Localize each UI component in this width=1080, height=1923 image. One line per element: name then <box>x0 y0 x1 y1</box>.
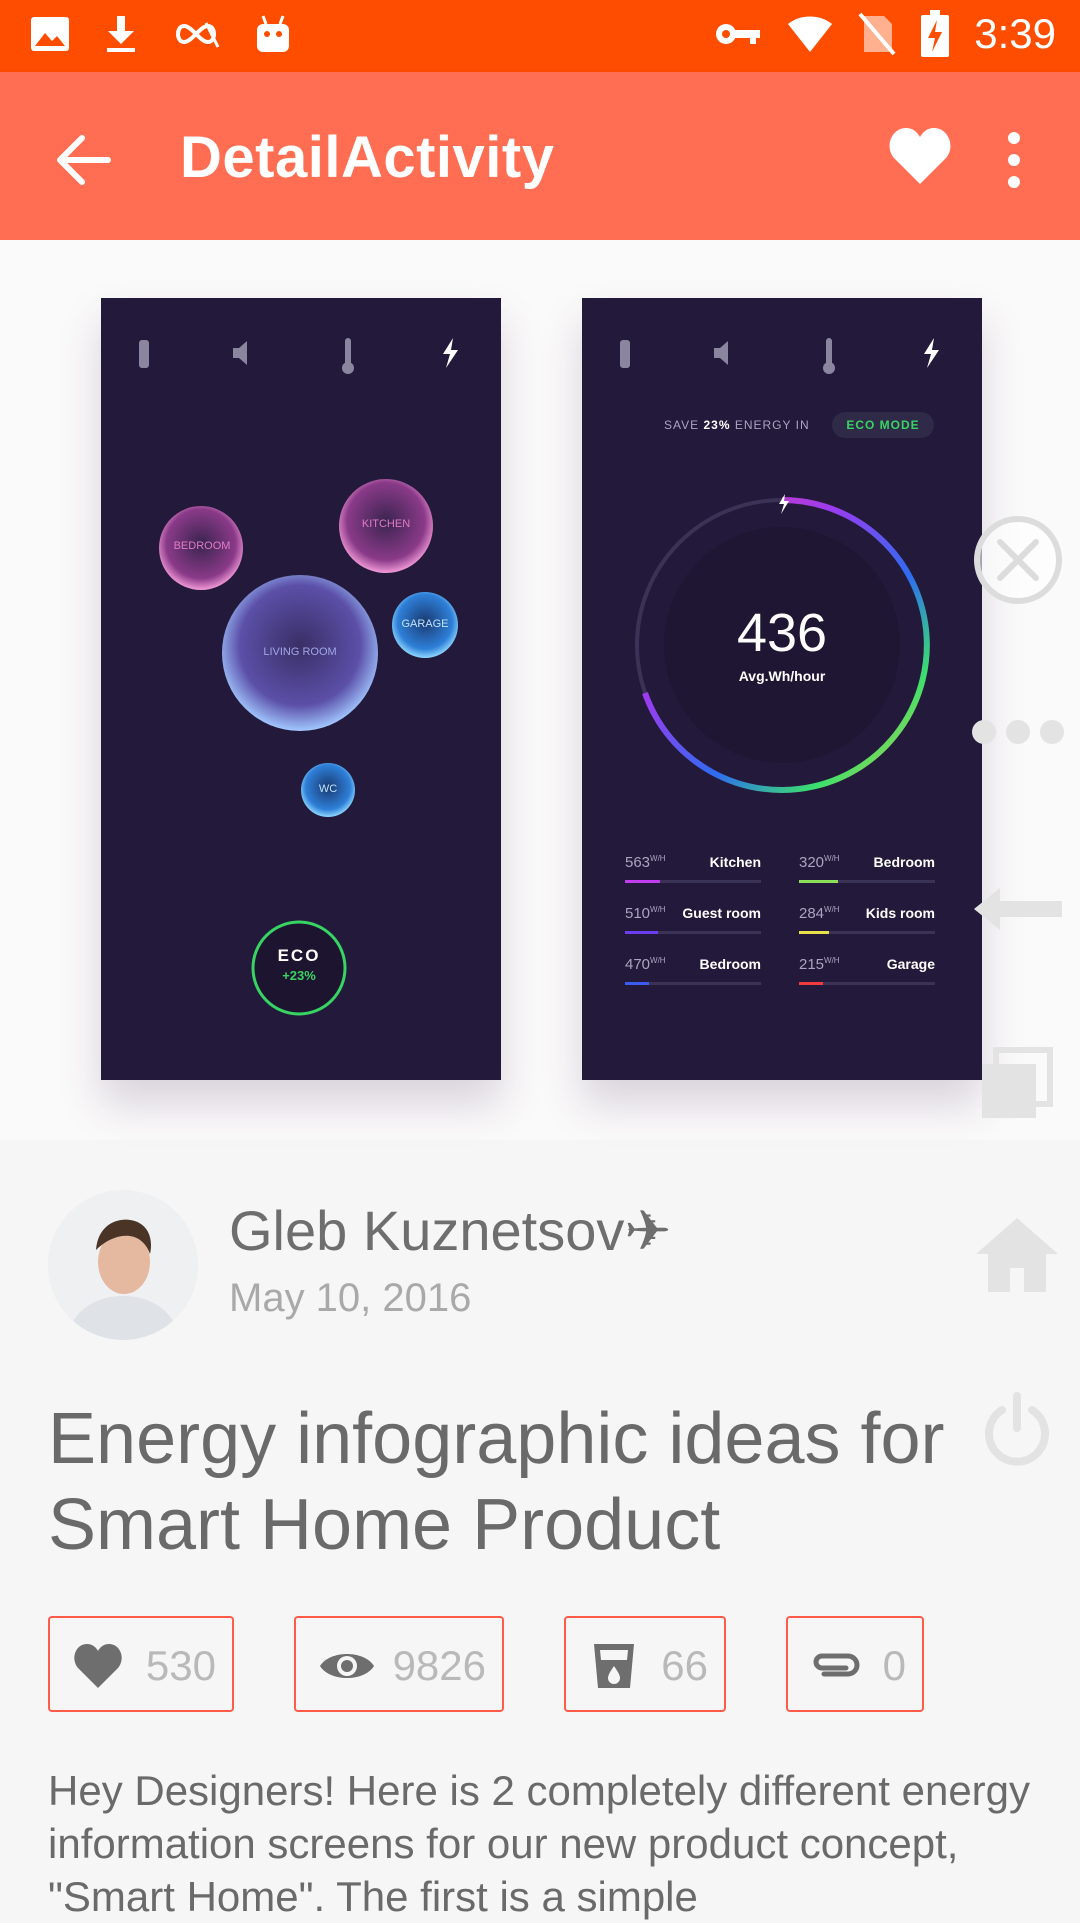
room-usage-unit: W/H <box>650 905 666 914</box>
paperclip-icon <box>813 1653 860 1677</box>
buckets-count: 66 <box>661 1642 708 1689</box>
eco-value: +23% <box>282 968 316 983</box>
buckets-stat[interactable]: 66 <box>564 1616 726 1712</box>
room-usage-bar <box>625 880 660 883</box>
save-energy-line: SAVE 23% ENERGY IN <box>664 418 810 432</box>
save-value: 23% <box>703 418 731 432</box>
room-usage-name: Kids room <box>865 905 935 921</box>
bubble-label-garage: GARAGE <box>401 618 449 630</box>
home-icon[interactable] <box>972 1214 1062 1296</box>
attachments-count: 0 <box>882 1642 906 1689</box>
room-usage-bar <box>799 931 829 934</box>
room-usage-bar <box>625 931 658 934</box>
eco-label: ECO <box>277 946 321 965</box>
download-icon <box>107 16 135 52</box>
bucket-icon <box>594 1644 634 1688</box>
room-usage-name: Bedroom <box>873 854 935 870</box>
clock: 3:39 <box>974 10 1056 57</box>
post-title: Energy infographic ideas for Smart Home … <box>48 1399 945 1565</box>
android-icon <box>257 15 289 52</box>
room-usage-bar <box>625 982 649 985</box>
room-usage-unit: W/H <box>650 956 666 965</box>
room-usage-unit: W/H <box>824 956 840 965</box>
toolbar-title: DetailActivity <box>180 125 555 190</box>
left-screen-mockup: BEDROOM KITCHEN LIVING ROOM GARAGE WC EC… <box>101 298 501 1080</box>
room-usage-unit: W/H <box>824 905 840 914</box>
post-description: Hey Designers! Here is 2 completely diff… <box>48 1767 1031 1920</box>
avatar[interactable] <box>48 1190 198 1340</box>
heart-icon <box>74 1644 122 1688</box>
views-count: 9826 <box>392 1642 486 1689</box>
room-usage-value: 215W/H <box>799 956 840 973</box>
gauge-value: 436 <box>736 603 828 663</box>
room-usage-bar <box>799 982 823 985</box>
bubble-label-bedroom: BEDROOM <box>173 540 231 552</box>
arrow-left-icon[interactable] <box>970 884 1064 934</box>
room-usage-name: Bedroom <box>699 956 761 972</box>
author-name[interactable]: Gleb Kuznetsov✈ <box>229 1198 671 1264</box>
room-usage-name: Kitchen <box>709 854 761 870</box>
room-usage-value: 563W/H <box>625 854 666 871</box>
more-horiz-icon[interactable] <box>970 716 1066 748</box>
image-icon <box>31 17 69 51</box>
heart-icon[interactable] <box>886 124 954 188</box>
room-usage-unit: W/H <box>824 854 840 863</box>
gauge-label: Avg.Wh/hour <box>738 668 826 684</box>
close-circle-icon[interactable] <box>972 514 1064 606</box>
recent-apps-icon[interactable] <box>978 1046 1054 1122</box>
more-vert-icon[interactable] <box>1000 128 1028 192</box>
bubble-label-wc: WC <box>318 783 338 795</box>
shot-image[interactable]: BEDROOM KITCHEN LIVING ROOM GARAGE WC EC… <box>0 240 1080 1140</box>
post-date: May 10, 2016 <box>229 1276 472 1320</box>
bubble-label-kitchen: KITCHEN <box>361 518 411 530</box>
no-sim-icon <box>858 12 896 56</box>
likes-stat[interactable]: 530 <box>48 1616 234 1712</box>
room-usage-bar <box>799 880 838 883</box>
infinity-icon <box>176 22 220 48</box>
bubble-label-living-room: LIVING ROOM <box>263 646 337 658</box>
room-usage-name: Guest room <box>682 905 761 921</box>
key-icon <box>716 24 761 44</box>
save-prefix: SAVE <box>664 418 700 432</box>
room-usage-unit: W/H <box>650 854 666 863</box>
attachments-stat[interactable]: 0 <box>786 1616 924 1712</box>
room-usage-name: Garage <box>886 956 935 972</box>
room-usage-value: 510W/H <box>625 905 666 922</box>
eye-icon <box>320 1654 374 1678</box>
room-usage-value: 284W/H <box>799 905 840 922</box>
room-usage-value: 470W/H <box>625 956 666 973</box>
status-bar: 3:39 <box>0 0 1080 72</box>
views-stat[interactable]: 9826 <box>294 1616 504 1712</box>
eco-mode-badge: ECO MODE <box>846 418 920 432</box>
arrow-back-icon[interactable] <box>52 128 116 192</box>
app-toolbar: DetailActivity <box>0 72 1080 240</box>
battery-charging-icon <box>921 10 950 57</box>
room-usage-value: 320W/H <box>799 854 840 871</box>
save-suffix: ENERGY IN <box>734 418 810 432</box>
wifi-icon <box>788 16 833 52</box>
likes-count: 530 <box>145 1642 216 1689</box>
right-screen-mockup: SAVE 23% ENERGY IN ECO MODE 436 Avg.Wh/h… <box>582 298 982 1080</box>
power-icon[interactable] <box>980 1390 1054 1470</box>
